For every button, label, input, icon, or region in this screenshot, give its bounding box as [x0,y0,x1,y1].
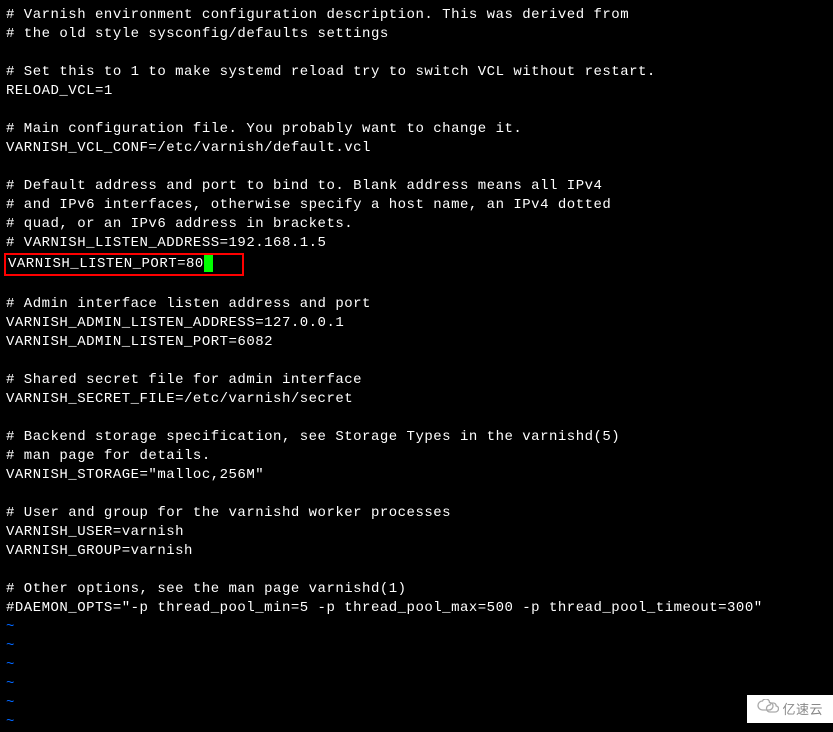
terminal-line: #DAEMON_OPTS="-p thread_pool_min=5 -p th… [6,599,827,618]
terminal-line [6,158,827,177]
terminal-line [6,44,827,63]
terminal-line: RELOAD_VCL=1 [6,82,827,101]
config-value: VARNISH_LISTEN_PORT=80 [8,256,204,272]
terminal-line [6,352,827,371]
terminal-line: # Set this to 1 to make systemd reload t… [6,63,827,82]
terminal-line: VARNISH_STORAGE="malloc,256M" [6,466,827,485]
terminal-line: VARNISH_ADMIN_LISTEN_PORT=6082 [6,333,827,352]
terminal-line: # User and group for the varnishd worker… [6,504,827,523]
terminal-line [6,276,827,295]
terminal-line: # Main configuration file. You probably … [6,120,827,139]
terminal-line: # Backend storage specification, see Sto… [6,428,827,447]
empty-line-tilde: ~ [6,675,827,694]
watermark: 亿速云 [747,695,833,723]
terminal-line: # Default address and port to bind to. B… [6,177,827,196]
terminal-line: # VARNISH_LISTEN_ADDRESS=192.168.1.5 [6,234,827,253]
terminal-line [6,485,827,504]
terminal-line [6,561,827,580]
terminal-content[interactable]: # Varnish environment configuration desc… [6,6,827,732]
terminal-line: VARNISH_SECRET_FILE=/etc/varnish/secret [6,390,827,409]
terminal-line: # Other options, see the man page varnis… [6,580,827,599]
terminal-line: VARNISH_USER=varnish [6,523,827,542]
empty-line-tilde: ~ [6,618,827,637]
empty-line-tilde: ~ [6,694,827,713]
terminal-line: # man page for details. [6,447,827,466]
empty-line-tilde: ~ [6,637,827,656]
highlighted-config-line: VARNISH_LISTEN_PORT=80 [6,253,827,276]
terminal-line: # Shared secret file for admin interface [6,371,827,390]
terminal-line: VARNISH_ADMIN_LISTEN_ADDRESS=127.0.0.1 [6,314,827,333]
terminal-line: # Admin interface listen address and por… [6,295,827,314]
terminal-line: # the old style sysconfig/defaults setti… [6,25,827,44]
terminal-line [6,409,827,428]
terminal-line: VARNISH_VCL_CONF=/etc/varnish/default.vc… [6,139,827,158]
terminal-line: # quad, or an IPv6 address in brackets. [6,215,827,234]
terminal-line: # and IPv6 interfaces, otherwise specify… [6,196,827,215]
terminal-line [6,101,827,120]
watermark-text: 亿速云 [782,700,823,719]
terminal-line: VARNISH_GROUP=varnish [6,542,827,561]
empty-line-tilde: ~ [6,656,827,675]
cloud-icon [757,699,779,719]
empty-line-tilde: ~ [6,713,827,732]
cursor [204,255,213,272]
terminal-line: # Varnish environment configuration desc… [6,6,827,25]
